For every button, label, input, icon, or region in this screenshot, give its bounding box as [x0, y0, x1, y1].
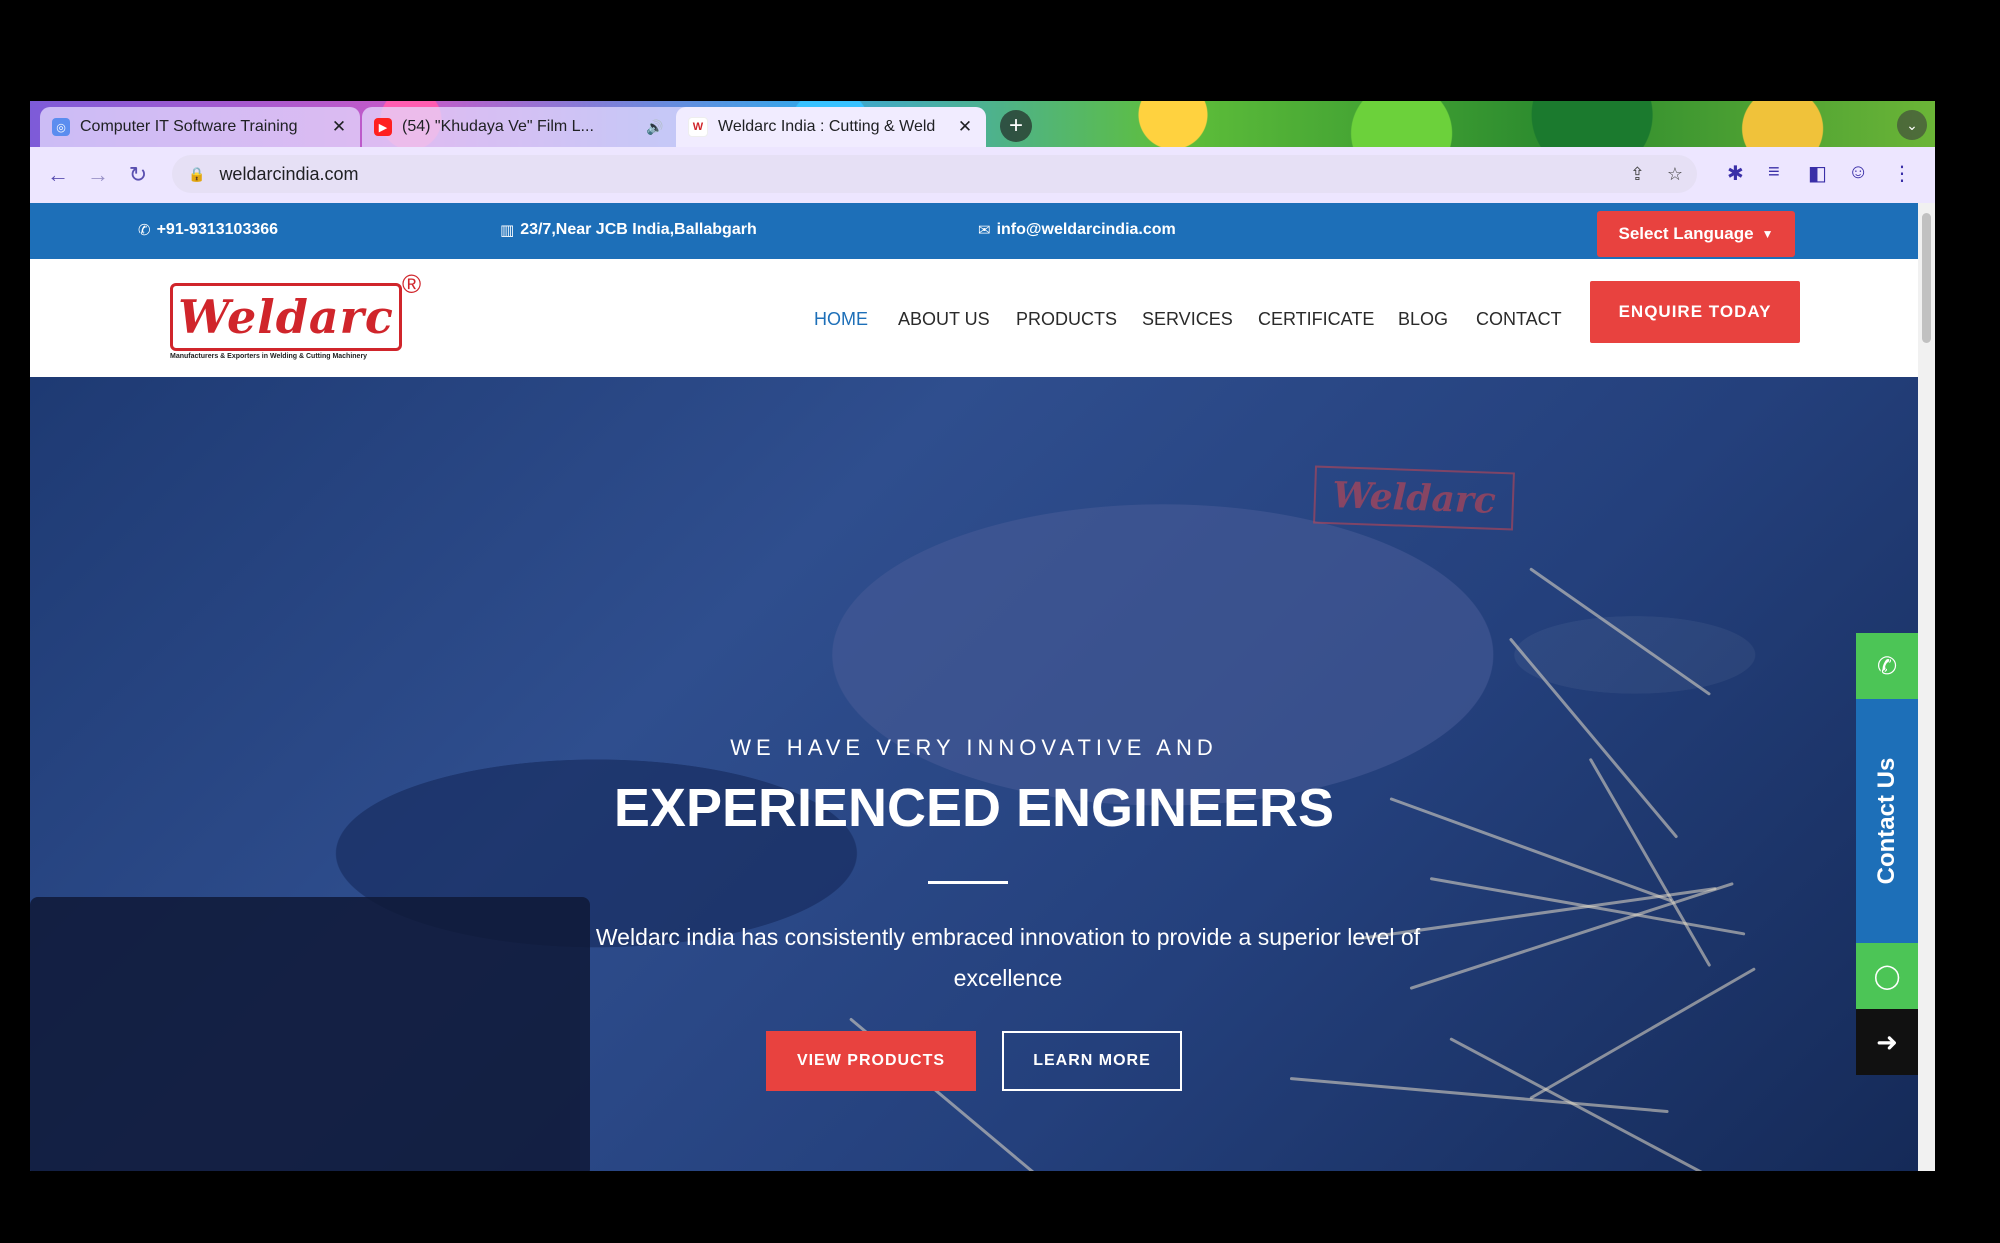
- collapse-widget-button[interactable]: ➜: [1856, 1009, 1918, 1075]
- close-icon[interactable]: ✕: [330, 117, 348, 137]
- page-scrollbar[interactable]: [1918, 203, 1935, 1171]
- device-frame: ◎ Computer IT Software Training ✕ ▶ (54)…: [0, 0, 2000, 1243]
- close-icon[interactable]: ✕: [956, 117, 974, 137]
- logo-tagline: Manufacturers & Exporters in Welding & C…: [170, 353, 368, 360]
- hero-description: Weldarc india has consistently embraced …: [595, 924, 1421, 991]
- contact-us-label: Contact Us: [1873, 757, 1900, 885]
- phone-icon: ✆: [1876, 652, 1898, 680]
- site-topbar: ✆ +91-9313103366 ▥ 23/7,Near JCB India,B…: [30, 203, 1918, 259]
- reload-icon[interactable]: ↻: [118, 162, 158, 188]
- spark: [1289, 1077, 1669, 1114]
- globe-icon: ◎: [52, 118, 70, 136]
- weldarc-logo[interactable]: Weldarc ® Manufacturers & Exporters in W…: [166, 269, 446, 369]
- youtube-icon: ▶: [374, 118, 392, 136]
- whatsapp-icon: ◯: [1873, 962, 1901, 990]
- topbar-address: ▥ 23/7,Near JCB India,Ballabgarh: [500, 221, 757, 239]
- tab-youtube[interactable]: ▶ (54) "Khudaya Ve" Film L... 🔊 ✕: [362, 107, 702, 147]
- enquire-today-button[interactable]: ENQUIRE TODAY: [1590, 281, 1800, 343]
- topbar-phone[interactable]: ✆ +91-9313103366: [138, 221, 278, 239]
- reading-list-icon[interactable]: ≡: [1768, 161, 1780, 184]
- tab-strip: ◎ Computer IT Software Training ✕ ▶ (54)…: [30, 101, 1935, 147]
- menu-icon[interactable]: ⋮: [1892, 161, 1912, 186]
- url-text: weldarcindia.com: [219, 163, 359, 184]
- spark: [1409, 882, 1734, 990]
- tab-title: (54) "Khudaya Ve" Film L...: [402, 118, 594, 135]
- star-icon[interactable]: ☆: [1667, 164, 1683, 185]
- profile-icon[interactable]: ☺: [1848, 161, 1868, 184]
- tab-title: Computer IT Software Training: [80, 118, 298, 135]
- scrollbar-thumb[interactable]: [1922, 213, 1931, 343]
- audio-icon[interactable]: 🔊: [646, 119, 664, 136]
- nav-contact[interactable]: CONTACT: [1476, 309, 1562, 330]
- forward-icon[interactable]: →: [78, 162, 118, 188]
- language-label: Select Language: [1618, 224, 1754, 243]
- contact-us-tab[interactable]: Contact Us: [1856, 699, 1918, 943]
- email-text: info@weldarcindia.com: [996, 221, 1176, 238]
- site-header: Weldarc ® Manufacturers & Exporters in W…: [30, 259, 1918, 377]
- logo-mark: Weldarc: [170, 283, 402, 351]
- chevron-down-icon[interactable]: ⌄: [1897, 110, 1927, 140]
- nav-products[interactable]: PRODUCTS: [1016, 309, 1117, 330]
- nav-services[interactable]: SERVICES: [1142, 309, 1233, 330]
- tab-weldarc[interactable]: W Weldarc India : Cutting & Weld ✕: [676, 107, 986, 147]
- spark: [1529, 967, 1756, 1100]
- map-icon: ▥: [500, 222, 515, 239]
- chevron-down-icon: ▼: [1761, 227, 1774, 241]
- registered-mark: ®: [402, 269, 422, 299]
- view-products-button[interactable]: VIEW PRODUCTS: [766, 1031, 976, 1091]
- laptop-silhouette: [30, 897, 590, 1171]
- hero-divider: [928, 881, 1008, 884]
- learn-more-button[interactable]: LEARN MORE: [1002, 1031, 1182, 1091]
- browser-window: ◎ Computer IT Software Training ✕ ▶ (54)…: [30, 101, 1935, 1171]
- shirt-logo: Weldarc: [1313, 465, 1515, 531]
- new-tab-button[interactable]: +: [1000, 110, 1032, 142]
- browser-toolbar: ← → ↻ 🔒 weldarcindia.com ⇪ ☆ ✱ ≡ ◧ ☺ ⋮: [30, 147, 1935, 203]
- nav-blog[interactable]: BLOG: [1398, 309, 1448, 330]
- hero-subtitle: WE HAVE VERY INNOVATIVE AND: [730, 735, 1218, 760]
- nav-about-us[interactable]: ABOUT US: [898, 309, 990, 330]
- share-icon[interactable]: ⇪: [1630, 164, 1645, 185]
- tab-computer-it[interactable]: ◎ Computer IT Software Training ✕: [40, 107, 360, 147]
- tab-title: Weldarc India : Cutting & Weld: [718, 118, 936, 135]
- phone-text: +91-9313103366: [156, 221, 279, 238]
- arrow-right-icon: ➜: [1876, 1026, 1898, 1057]
- extensions-icon[interactable]: ✱: [1727, 161, 1744, 186]
- address-text: 23/7,Near JCB India,Ballabgarh: [520, 221, 757, 238]
- phone-icon: ✆: [138, 222, 151, 239]
- nav-home[interactable]: HOME: [814, 309, 868, 330]
- hero-title: EXPERIENCED ENGINEERS: [613, 778, 1335, 838]
- nav-certificate[interactable]: CERTIFICATE: [1258, 309, 1374, 330]
- side-panel-icon[interactable]: ◧: [1808, 161, 1827, 186]
- topbar-email[interactable]: ✉ info@weldarcindia.com: [978, 221, 1176, 239]
- phone-call-button[interactable]: ✆: [1856, 633, 1918, 699]
- spark: [1529, 567, 1712, 696]
- weldarc-icon: W: [688, 117, 708, 137]
- envelope-icon: ✉: [978, 222, 991, 239]
- address-bar[interactable]: 🔒 weldarcindia.com ⇪ ☆: [172, 155, 1697, 193]
- back-icon[interactable]: ←: [38, 162, 78, 188]
- lock-icon: 🔒: [188, 165, 206, 182]
- select-language-button[interactable]: Select Language ▼: [1597, 211, 1795, 257]
- whatsapp-button[interactable]: ◯: [1856, 943, 1918, 1009]
